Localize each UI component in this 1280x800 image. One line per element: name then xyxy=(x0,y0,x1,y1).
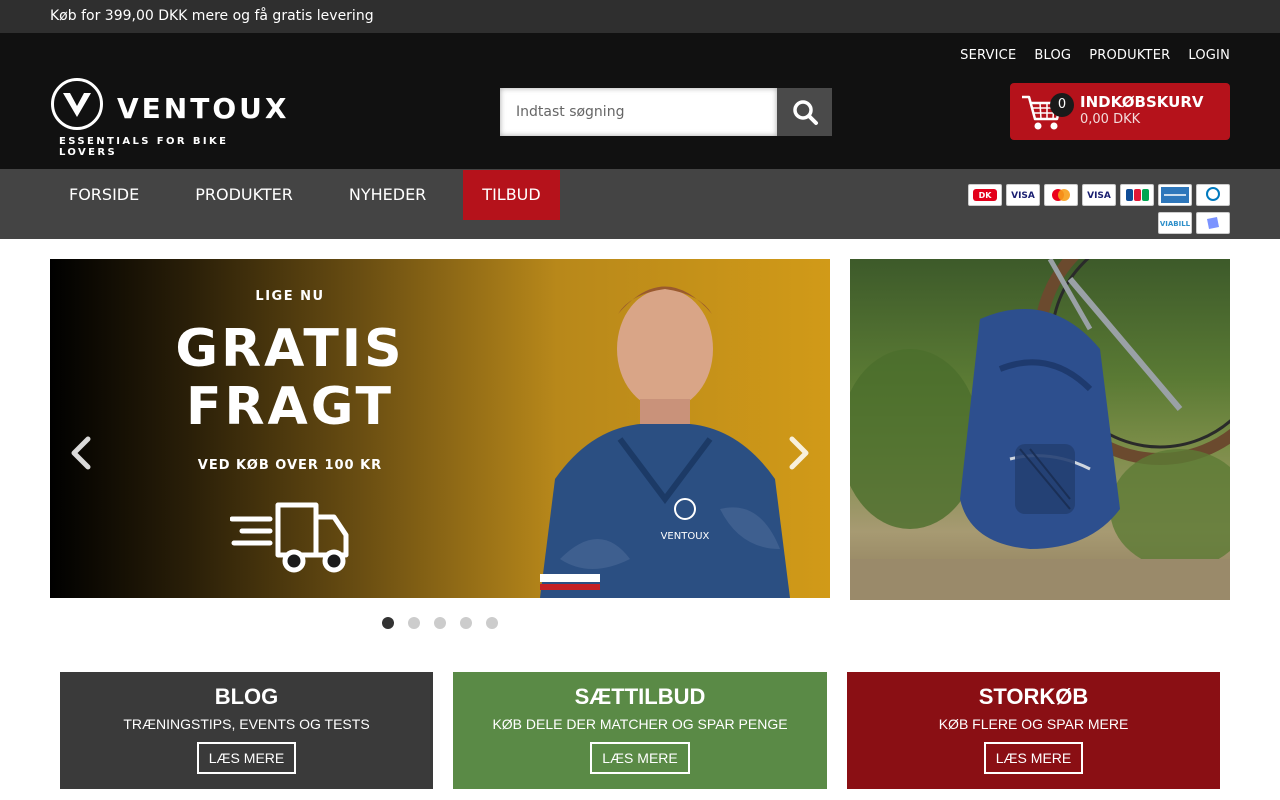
toplink-login[interactable]: LOGIN xyxy=(1188,48,1230,63)
visa-icon: VISA xyxy=(1082,184,1116,206)
search-input[interactable] xyxy=(500,88,777,136)
slider-next-arrow-icon[interactable] xyxy=(784,433,814,473)
nav-item-nyheder[interactable]: NYHEDER xyxy=(330,170,445,220)
cart-button[interactable]: 0 INDKØBSKURV 0,00 DKK xyxy=(1010,83,1230,140)
diners-club-icon xyxy=(1196,184,1230,206)
viabill-icon: VIABILL xyxy=(1158,212,1192,234)
slide-subline: VED KØB OVER 100 KR xyxy=(197,458,383,473)
cart-count-badge: 0 xyxy=(1050,93,1074,117)
banner-blog-read-more-button[interactable]: LÆS MERE xyxy=(196,742,297,774)
logo-tagline: ESSENTIALS FOR BIKE LOVERS xyxy=(59,136,229,158)
search-icon xyxy=(792,100,818,125)
banner-blog-title: BLOG xyxy=(214,684,279,709)
banner-storkob-title: STORKØB xyxy=(978,684,1089,709)
slider-dot-4[interactable] xyxy=(460,617,472,629)
slider-dot-3[interactable] xyxy=(434,617,446,629)
search-button[interactable] xyxy=(777,88,832,136)
jcb-icon xyxy=(1120,184,1154,206)
banner-saettilbud-subtitle: KØB DELE DER MATCHER OG SPAR PENGE xyxy=(492,716,788,732)
nav-item-produkter[interactable]: PRODUKTER xyxy=(176,170,312,220)
toplink-blog[interactable]: BLOG xyxy=(1034,48,1071,63)
slide-headline-1: GRATIS xyxy=(175,319,405,379)
cart-title: INDKØBSKURV xyxy=(1080,93,1204,111)
visa-electron-icon: VISA xyxy=(1006,184,1040,206)
slide-headline-2: FRAGT xyxy=(185,377,395,437)
dankort-icon: DK xyxy=(968,184,1002,206)
amex-icon xyxy=(1158,184,1192,206)
slide-text: LIGE NU GRATIS FRAGT VED KØB OVER 100 KR xyxy=(160,289,420,473)
nav-item-forside[interactable]: FORSIDE xyxy=(50,170,158,220)
logo-v-icon xyxy=(51,78,103,130)
banner-storkob-subtitle: KØB FLERE OG SPAR MERE xyxy=(938,716,1129,732)
free-shipping-bar: Køb for 399,00 DKK mere og få gratis lev… xyxy=(0,0,1280,33)
cyclist-model-image: VENTOUX xyxy=(540,286,790,598)
payment-methods: DK VISA VISA VIABILL xyxy=(968,184,1230,240)
nav-item-tilbud[interactable]: TILBUD xyxy=(463,170,560,220)
slider-dot-5[interactable] xyxy=(486,617,498,629)
slide-eyebrow: LIGE NU xyxy=(255,289,325,304)
svg-text:DK: DK xyxy=(979,191,993,200)
hero-slider[interactable]: LIGE NU GRATIS FRAGT VED KØB OVER 100 KR… xyxy=(50,259,830,598)
backpack-photo xyxy=(850,259,1230,600)
cart-total: 0,00 DKK xyxy=(1080,112,1141,127)
toplink-service[interactable]: SERVICE xyxy=(960,48,1016,63)
logo-wordmark: VENTOUX xyxy=(117,92,290,125)
slider-dots xyxy=(382,617,498,629)
banner-saettilbud[interactable]: SÆTTILBUD KØB DELE DER MATCHER OG SPAR P… xyxy=(453,672,827,789)
banner-blog-subtitle: TRÆNINGSTIPS, EVENTS OG TESTS xyxy=(123,716,370,732)
free-shipping-message: Køb for 399,00 DKK mere og få gratis lev… xyxy=(50,8,374,24)
site-header: SERVICE BLOG PRODUKTER LOGIN VENTOUX ESS… xyxy=(0,33,1280,170)
mobilepay-icon xyxy=(1196,212,1230,234)
svg-text:VISA: VISA xyxy=(1087,191,1111,201)
ventoux-logo[interactable]: VENTOUX ESSENTIALS FOR BIKE LOVERS xyxy=(50,78,290,158)
slider-dot-1[interactable] xyxy=(382,617,394,629)
backpack-promo-image[interactable] xyxy=(850,259,1230,600)
slider-dot-2[interactable] xyxy=(408,617,420,629)
banner-saettilbud-title: SÆTTILBUD xyxy=(574,684,706,709)
toplink-produkter[interactable]: PRODUKTER xyxy=(1089,48,1170,63)
jersey-brand-text: VENTOUX xyxy=(661,531,710,542)
delivery-truck-icon xyxy=(230,502,349,573)
top-links: SERVICE BLOG PRODUKTER LOGIN xyxy=(960,48,1230,63)
svg-text:VISA: VISA xyxy=(1011,191,1035,201)
banner-saettilbud-read-more-button[interactable]: LÆS MERE xyxy=(590,742,690,774)
slider-prev-arrow-icon[interactable] xyxy=(66,433,96,473)
search-bar xyxy=(500,88,832,136)
svg-text:VIABILL: VIABILL xyxy=(1160,220,1190,228)
banner-storkob[interactable]: STORKØB KØB FLERE OG SPAR MERE LÆS MERE xyxy=(847,672,1220,789)
mastercard-icon xyxy=(1044,184,1078,206)
main-nav: FORSIDE PRODUKTER NYHEDER TILBUD DK VISA… xyxy=(0,170,1280,239)
banner-storkob-read-more-button[interactable]: LÆS MERE xyxy=(983,742,1084,774)
banner-blog[interactable]: BLOG TRÆNINGSTIPS, EVENTS OG TESTS LÆS M… xyxy=(60,672,433,789)
